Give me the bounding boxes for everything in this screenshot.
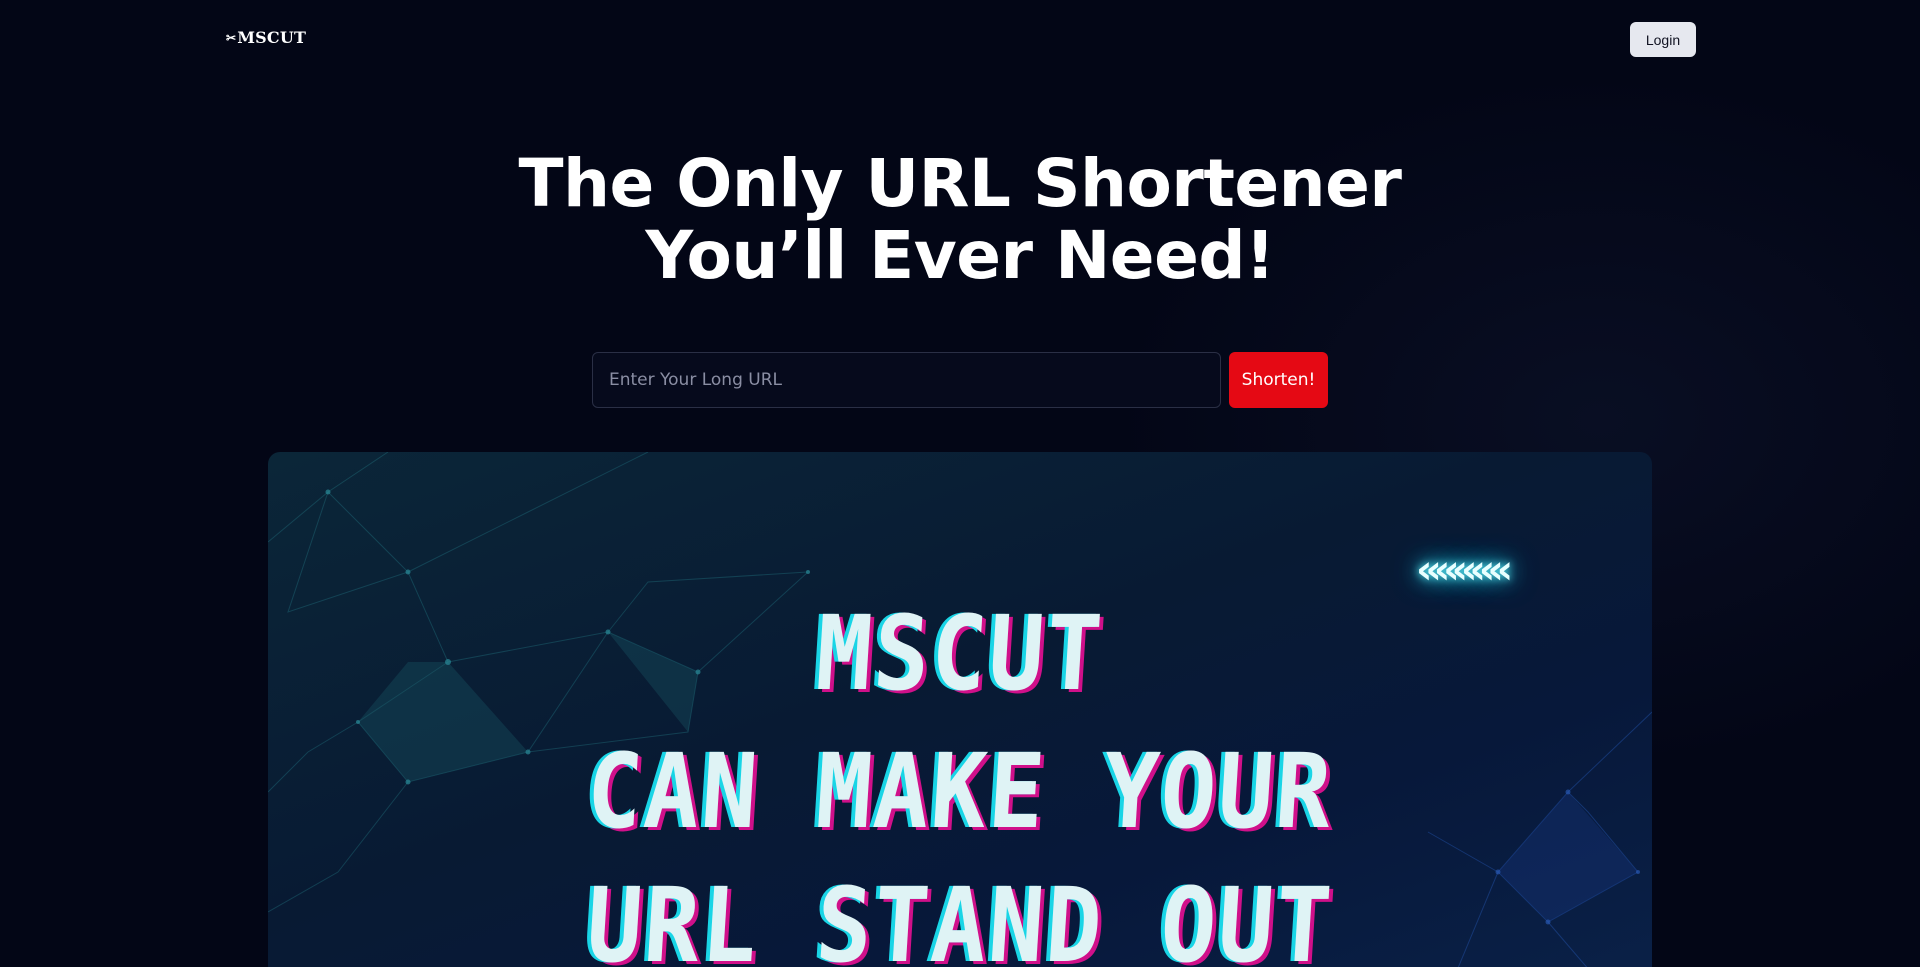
banner-headline-line-2: CAN MAKE YOUR — [583, 731, 1337, 852]
site-logo[interactable]: ✂ MSCUT — [226, 28, 306, 47]
banner-headline-line-3: URL STAND OUT — [583, 865, 1337, 967]
scissors-icon: ✂ — [226, 30, 237, 45]
double-chevron-left-icon: ««««« — [1416, 547, 1513, 593]
hero-title-line-1: The Only URL Shortener — [518, 145, 1402, 222]
hero-title: The Only URL Shortener You’ll Ever Need! — [0, 148, 1920, 292]
long-url-input[interactable] — [592, 352, 1221, 408]
banner-headline-line-1: MSCUT — [812, 593, 1108, 714]
shorten-button[interactable]: Shorten! — [1229, 352, 1328, 408]
logo-text: MSCUT — [237, 28, 307, 47]
login-button[interactable]: Login — [1630, 22, 1696, 57]
promo-banner: ««««« MSCUT CAN MAKE YOUR URL STAND OUT — [268, 452, 1652, 967]
hero-title-line-2: You’ll Ever Need! — [645, 217, 1275, 294]
landing-page: ✂ MSCUT Login The Only URL Shortener You… — [0, 0, 1920, 967]
